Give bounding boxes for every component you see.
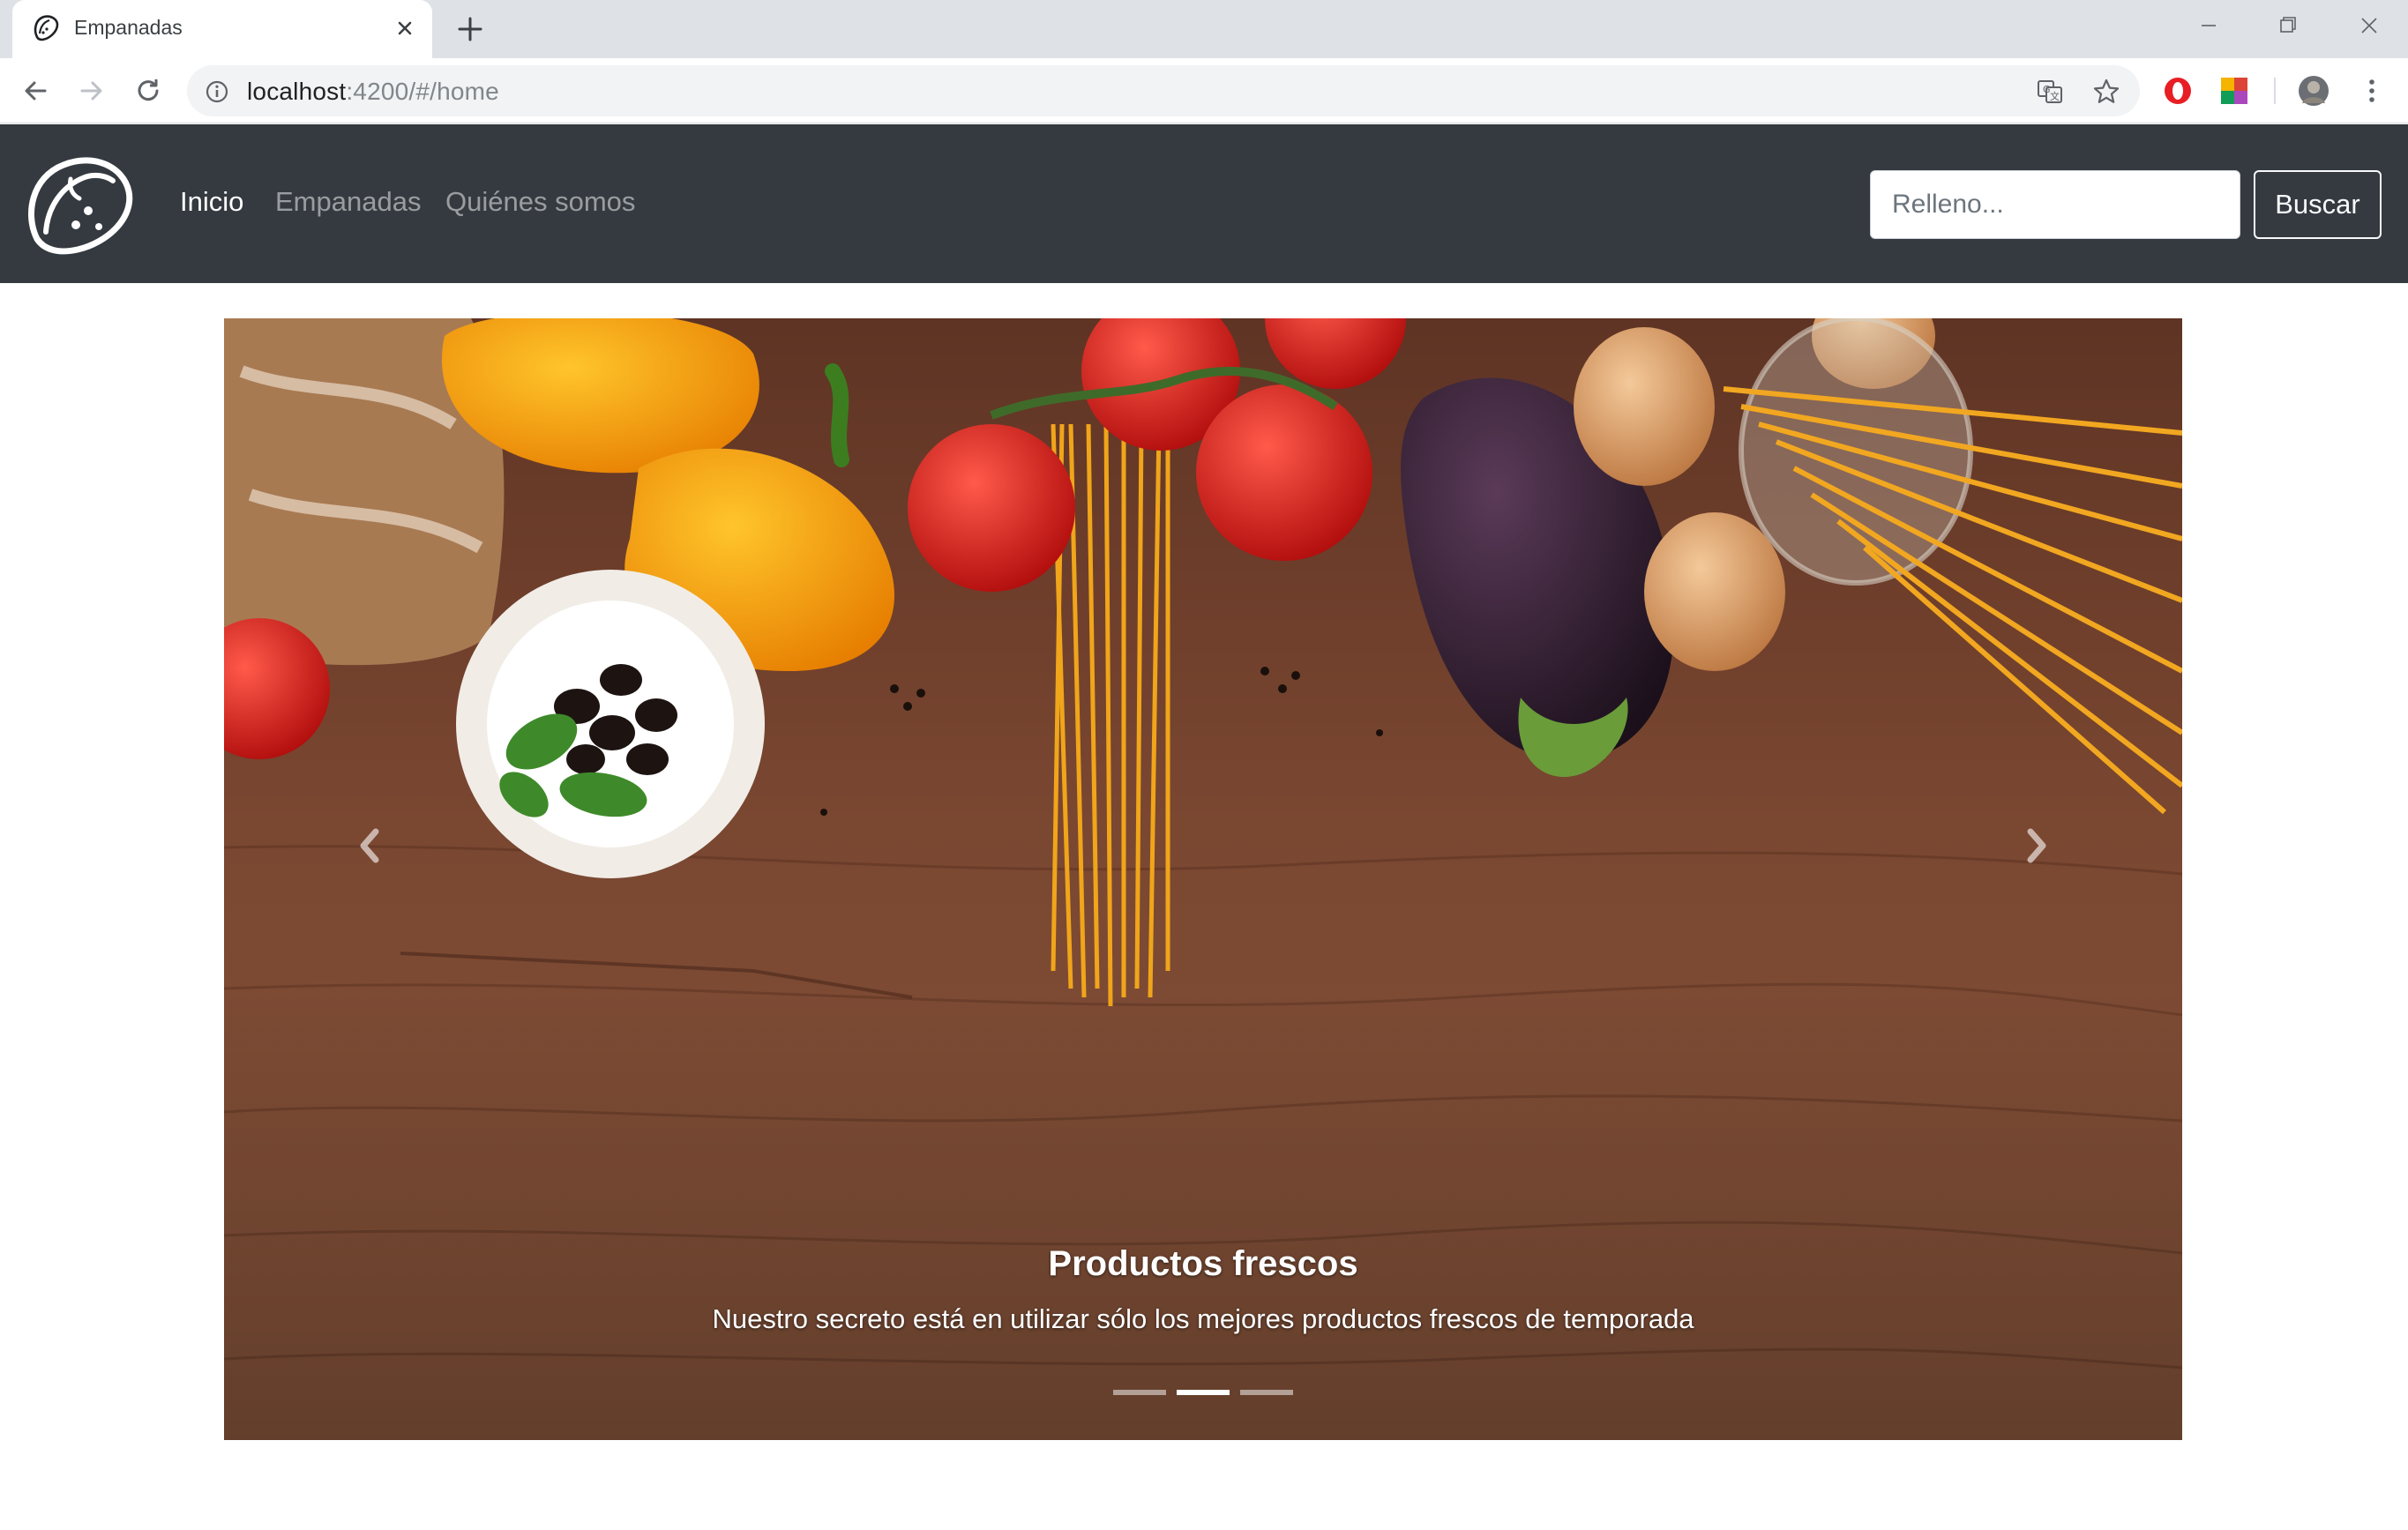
nav-link-inicio[interactable]: Inicio xyxy=(180,186,243,218)
translate-icon[interactable]: G 文 xyxy=(2036,78,2064,106)
address-bar[interactable]: localhost:4200/#/home G 文 xyxy=(187,65,2140,116)
close-tab-icon[interactable] xyxy=(392,15,418,41)
carousel-caption-text: Nuestro secreto está en utilizar sólo lo… xyxy=(712,1303,1694,1334)
tab-title: Empanadas xyxy=(74,16,183,39)
restore-window-icon[interactable] xyxy=(2270,11,2306,41)
nav-link-empanadas[interactable]: Empanadas xyxy=(275,186,421,218)
toolbar-separator xyxy=(2274,78,2276,104)
hero-carousel: Productos frescos Nuestro secreto está e… xyxy=(224,318,2182,1440)
search-button[interactable]: Buscar xyxy=(2254,170,2382,239)
filling-search-input[interactable] xyxy=(1870,170,2240,239)
bookmark-star-icon[interactable] xyxy=(2092,78,2120,106)
color-picker-extension-icon[interactable] xyxy=(2217,74,2251,108)
browser-menu-icon[interactable] xyxy=(2355,74,2389,108)
new-tab-icon[interactable] xyxy=(454,13,486,45)
url-text[interactable]: localhost:4200/#/home xyxy=(247,78,499,106)
url-host: localhost xyxy=(247,78,347,105)
profile-avatar[interactable] xyxy=(2297,74,2330,108)
browser-toolbar: localhost:4200/#/home G 文 xyxy=(0,58,2408,123)
minimize-window-icon[interactable] xyxy=(2191,11,2226,41)
reload-icon[interactable] xyxy=(132,75,164,107)
svg-text:文: 文 xyxy=(2050,90,2060,102)
empanada-favicon-icon xyxy=(34,15,59,41)
forward-arrow-icon[interactable] xyxy=(76,75,108,107)
carousel-next-chevron-icon[interactable] xyxy=(2015,819,2059,872)
empanada-logo-icon[interactable] xyxy=(19,144,139,264)
close-window-icon[interactable] xyxy=(2352,11,2387,41)
url-path: :4200/#/home xyxy=(346,78,499,105)
browser-tab[interactable]: Empanadas xyxy=(12,0,432,58)
nav-link-quienes-somos[interactable]: Quiénes somos xyxy=(445,186,635,218)
opera-extension-icon[interactable] xyxy=(2161,74,2195,108)
back-arrow-icon[interactable] xyxy=(19,75,51,107)
carousel-indicators xyxy=(224,1390,2182,1395)
carousel-indicator-3[interactable] xyxy=(1240,1390,1293,1395)
carousel-caption-title: Productos frescos xyxy=(1048,1244,1358,1283)
carousel-indicator-2[interactable] xyxy=(1177,1390,1230,1395)
carousel-indicator-1[interactable] xyxy=(1113,1390,1166,1395)
site-info-icon[interactable] xyxy=(205,79,229,104)
carousel-prev-chevron-icon[interactable] xyxy=(348,819,392,872)
app-navbar: Inicio Empanadas Quiénes somos Buscar xyxy=(0,124,2408,283)
browser-tabstrip: Empanadas xyxy=(0,0,2408,58)
